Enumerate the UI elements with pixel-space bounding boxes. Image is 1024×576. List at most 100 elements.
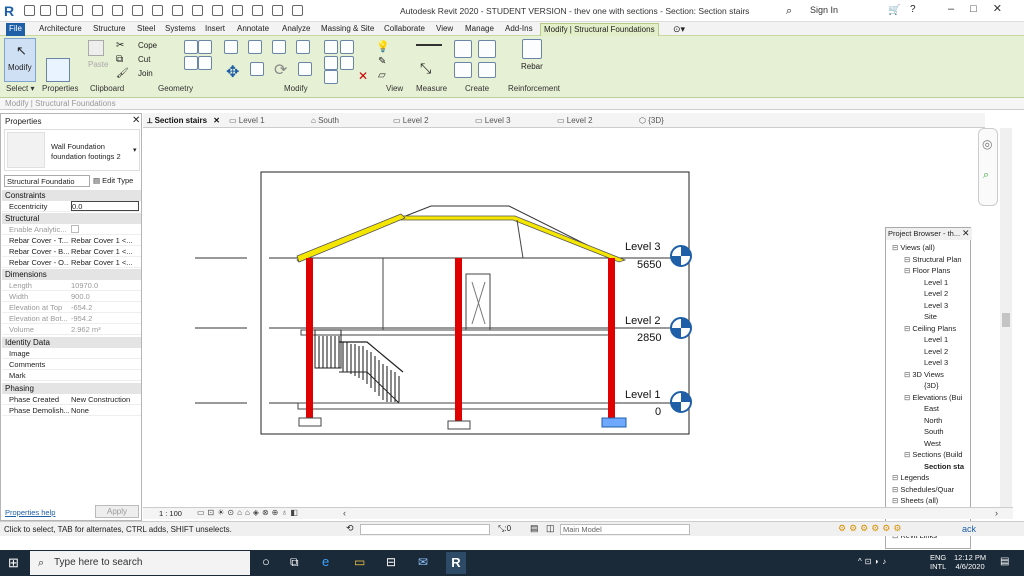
array-icon[interactable]	[324, 56, 338, 70]
browser-item[interactable]: East	[924, 404, 939, 413]
prop-value[interactable]: New Construction	[71, 394, 139, 405]
section-identity-data[interactable]: Identity Data	[2, 337, 141, 348]
browser-item[interactable]: ⊟ Legends	[892, 473, 929, 482]
tab-structure[interactable]: Structure	[90, 23, 128, 36]
print-icon[interactable]	[112, 5, 123, 16]
browser-item[interactable]: Level 2	[924, 289, 948, 298]
workset-select[interactable]	[360, 524, 490, 535]
cope-button[interactable]: Cope	[138, 41, 157, 50]
browser-item[interactable]: Level 3	[924, 301, 948, 310]
create-parts-icon[interactable]	[478, 40, 496, 58]
taskbar-search-input[interactable]: ⌕ Type here to search	[30, 551, 250, 575]
prop-value[interactable]: None	[71, 405, 139, 416]
prop-row[interactable]: Phase Created New Construction	[2, 394, 141, 405]
browser-item[interactable]: South	[924, 427, 944, 436]
view-control-icons[interactable]: ▭⊡☀⊙⌂⌂◈⊗⊕♁◧	[197, 508, 301, 517]
switch-windows-icon[interactable]	[292, 5, 303, 16]
instance-filter-select[interactable]: Structural Foundatio	[4, 175, 90, 187]
prop-row[interactable]: Rebar Cover - O... Rebar Cover 1 <...	[2, 257, 141, 268]
split-gap-icon[interactable]	[340, 40, 354, 54]
prop-row[interactable]: Image	[2, 348, 141, 359]
view-scale[interactable]: 1 : 100	[159, 509, 182, 518]
section-constraints[interactable]: Constraints	[2, 190, 141, 201]
tab-modify-structural-foundations[interactable]: Modify | Structural Foundations	[540, 23, 659, 36]
editable-only-icon[interactable]: ▤	[530, 523, 539, 534]
modify-button[interactable]: ↖ Modify	[4, 38, 36, 82]
tab-file[interactable]: File	[6, 23, 25, 36]
prop-row[interactable]: Rebar Cover - B... Rebar Cover 1 <...	[2, 246, 141, 257]
section-dimensions[interactable]: Dimensions	[2, 269, 141, 280]
system-tray-icons[interactable]: ^⊡◗♪	[858, 557, 889, 566]
zoom-icon[interactable]: ⌕	[983, 169, 989, 182]
measure-icon[interactable]	[132, 5, 143, 16]
browser-item[interactable]: ⊟ Ceiling Plans	[904, 324, 956, 333]
browser-item[interactable]: Level 1	[924, 278, 948, 287]
browser-item[interactable]: {3D}	[924, 381, 939, 390]
section-icon[interactable]	[232, 5, 243, 16]
prop-value[interactable]: Rebar Cover 1 <...	[71, 235, 139, 246]
move-icon[interactable]: ✥	[226, 62, 239, 82]
align-icon[interactable]	[224, 40, 238, 54]
demolish-icon[interactable]	[198, 56, 212, 70]
revit-logo-icon[interactable]: R	[4, 3, 20, 19]
tab-level-3[interactable]: ▭ Level 3	[475, 114, 511, 127]
tag-icon[interactable]	[172, 5, 183, 16]
tab-collaborate[interactable]: Collaborate	[381, 23, 428, 36]
open-icon[interactable]	[24, 5, 35, 16]
section-drawing[interactable]: Level 3 5650 Level 2 2850 Level 1 0	[143, 128, 985, 506]
tab-analyze[interactable]: Analyze	[279, 23, 313, 36]
mirror-axis-icon[interactable]	[272, 40, 286, 54]
rotate-icon[interactable]: ⟳	[274, 60, 287, 80]
prop-row[interactable]: Mark	[2, 370, 141, 381]
tab-steel[interactable]: Steel	[134, 23, 158, 36]
scale-icon[interactable]	[340, 56, 354, 70]
browser-item[interactable]: Level 3	[924, 358, 948, 367]
offset-icon[interactable]	[248, 40, 262, 54]
selection-filter-icons[interactable]: ⚙⚙⚙⚙⚙⚙	[838, 523, 904, 534]
design-options-icon[interactable]: ◫	[546, 523, 555, 534]
browser-item[interactable]: ⊟ Sheets (all)	[892, 496, 938, 505]
task-view-icon[interactable]: ⧉	[290, 555, 299, 570]
eccentricity-input[interactable]: 0.0	[71, 201, 139, 211]
panel-select[interactable]: Select ▾	[6, 84, 34, 93]
tab-3d[interactable]: ⬡ {3D}	[639, 114, 664, 127]
browser-item[interactable]: ⊟ Structural Plan	[904, 255, 962, 264]
browser-item[interactable]: Site	[924, 312, 937, 321]
type-selector-preview[interactable]: Wall Foundation foundation footings 2 ▾	[4, 129, 140, 171]
wall-joins-icon[interactable]	[184, 40, 198, 54]
close-icon[interactable]: ✕	[132, 115, 140, 126]
cart-icon[interactable]: 🛒	[888, 5, 900, 16]
browser-item[interactable]: Level 1	[924, 335, 948, 344]
ribbon-options-icon[interactable]: ⊙▾	[670, 23, 688, 36]
tab-architecture[interactable]: Architecture	[36, 23, 85, 36]
scroll-left-icon[interactable]: ‹	[343, 508, 346, 518]
sync-icon[interactable]	[56, 5, 67, 16]
window-controls[interactable]: –□✕	[948, 2, 1018, 15]
file-explorer-icon[interactable]: ▭	[354, 555, 365, 569]
split-icon[interactable]	[324, 40, 338, 54]
measure-between-icon[interactable]	[416, 44, 442, 46]
undo-icon[interactable]	[72, 5, 83, 16]
3d-view-icon[interactable]	[212, 5, 223, 16]
vertical-scrollbar[interactable]	[1000, 128, 1012, 508]
browser-item[interactable]: ⊟ Views (all)	[892, 243, 935, 252]
prop-row[interactable]: Enable Analytic...	[2, 224, 141, 235]
delete-icon[interactable]: ✕	[358, 69, 368, 83]
paste-icon[interactable]	[88, 40, 104, 56]
override-graphics-icon[interactable]: ✎	[378, 56, 386, 67]
help-icon[interactable]: ?	[910, 4, 916, 15]
browser-item[interactable]: Level 2	[924, 347, 948, 356]
measure-along-icon[interactable]: ⤡	[420, 60, 431, 77]
mirror-draw-icon[interactable]	[296, 40, 310, 54]
tab-add-ins[interactable]: Add-Ins	[502, 23, 536, 36]
tab-level-1[interactable]: ▭ Level 1	[229, 114, 265, 127]
scissors-icon[interactable]: ✂	[116, 40, 124, 51]
browser-item[interactable]: ⊟ 3D Views	[904, 370, 944, 379]
browser-item[interactable]: West	[924, 439, 941, 448]
tab-insert[interactable]: Insert	[202, 23, 228, 36]
save-icon[interactable]	[40, 5, 51, 16]
trim-extend-icon[interactable]	[298, 62, 312, 76]
close-hidden-icon[interactable]	[272, 5, 283, 16]
cut-button[interactable]: Cut	[138, 55, 150, 64]
cortana-icon[interactable]: ○	[262, 554, 270, 569]
